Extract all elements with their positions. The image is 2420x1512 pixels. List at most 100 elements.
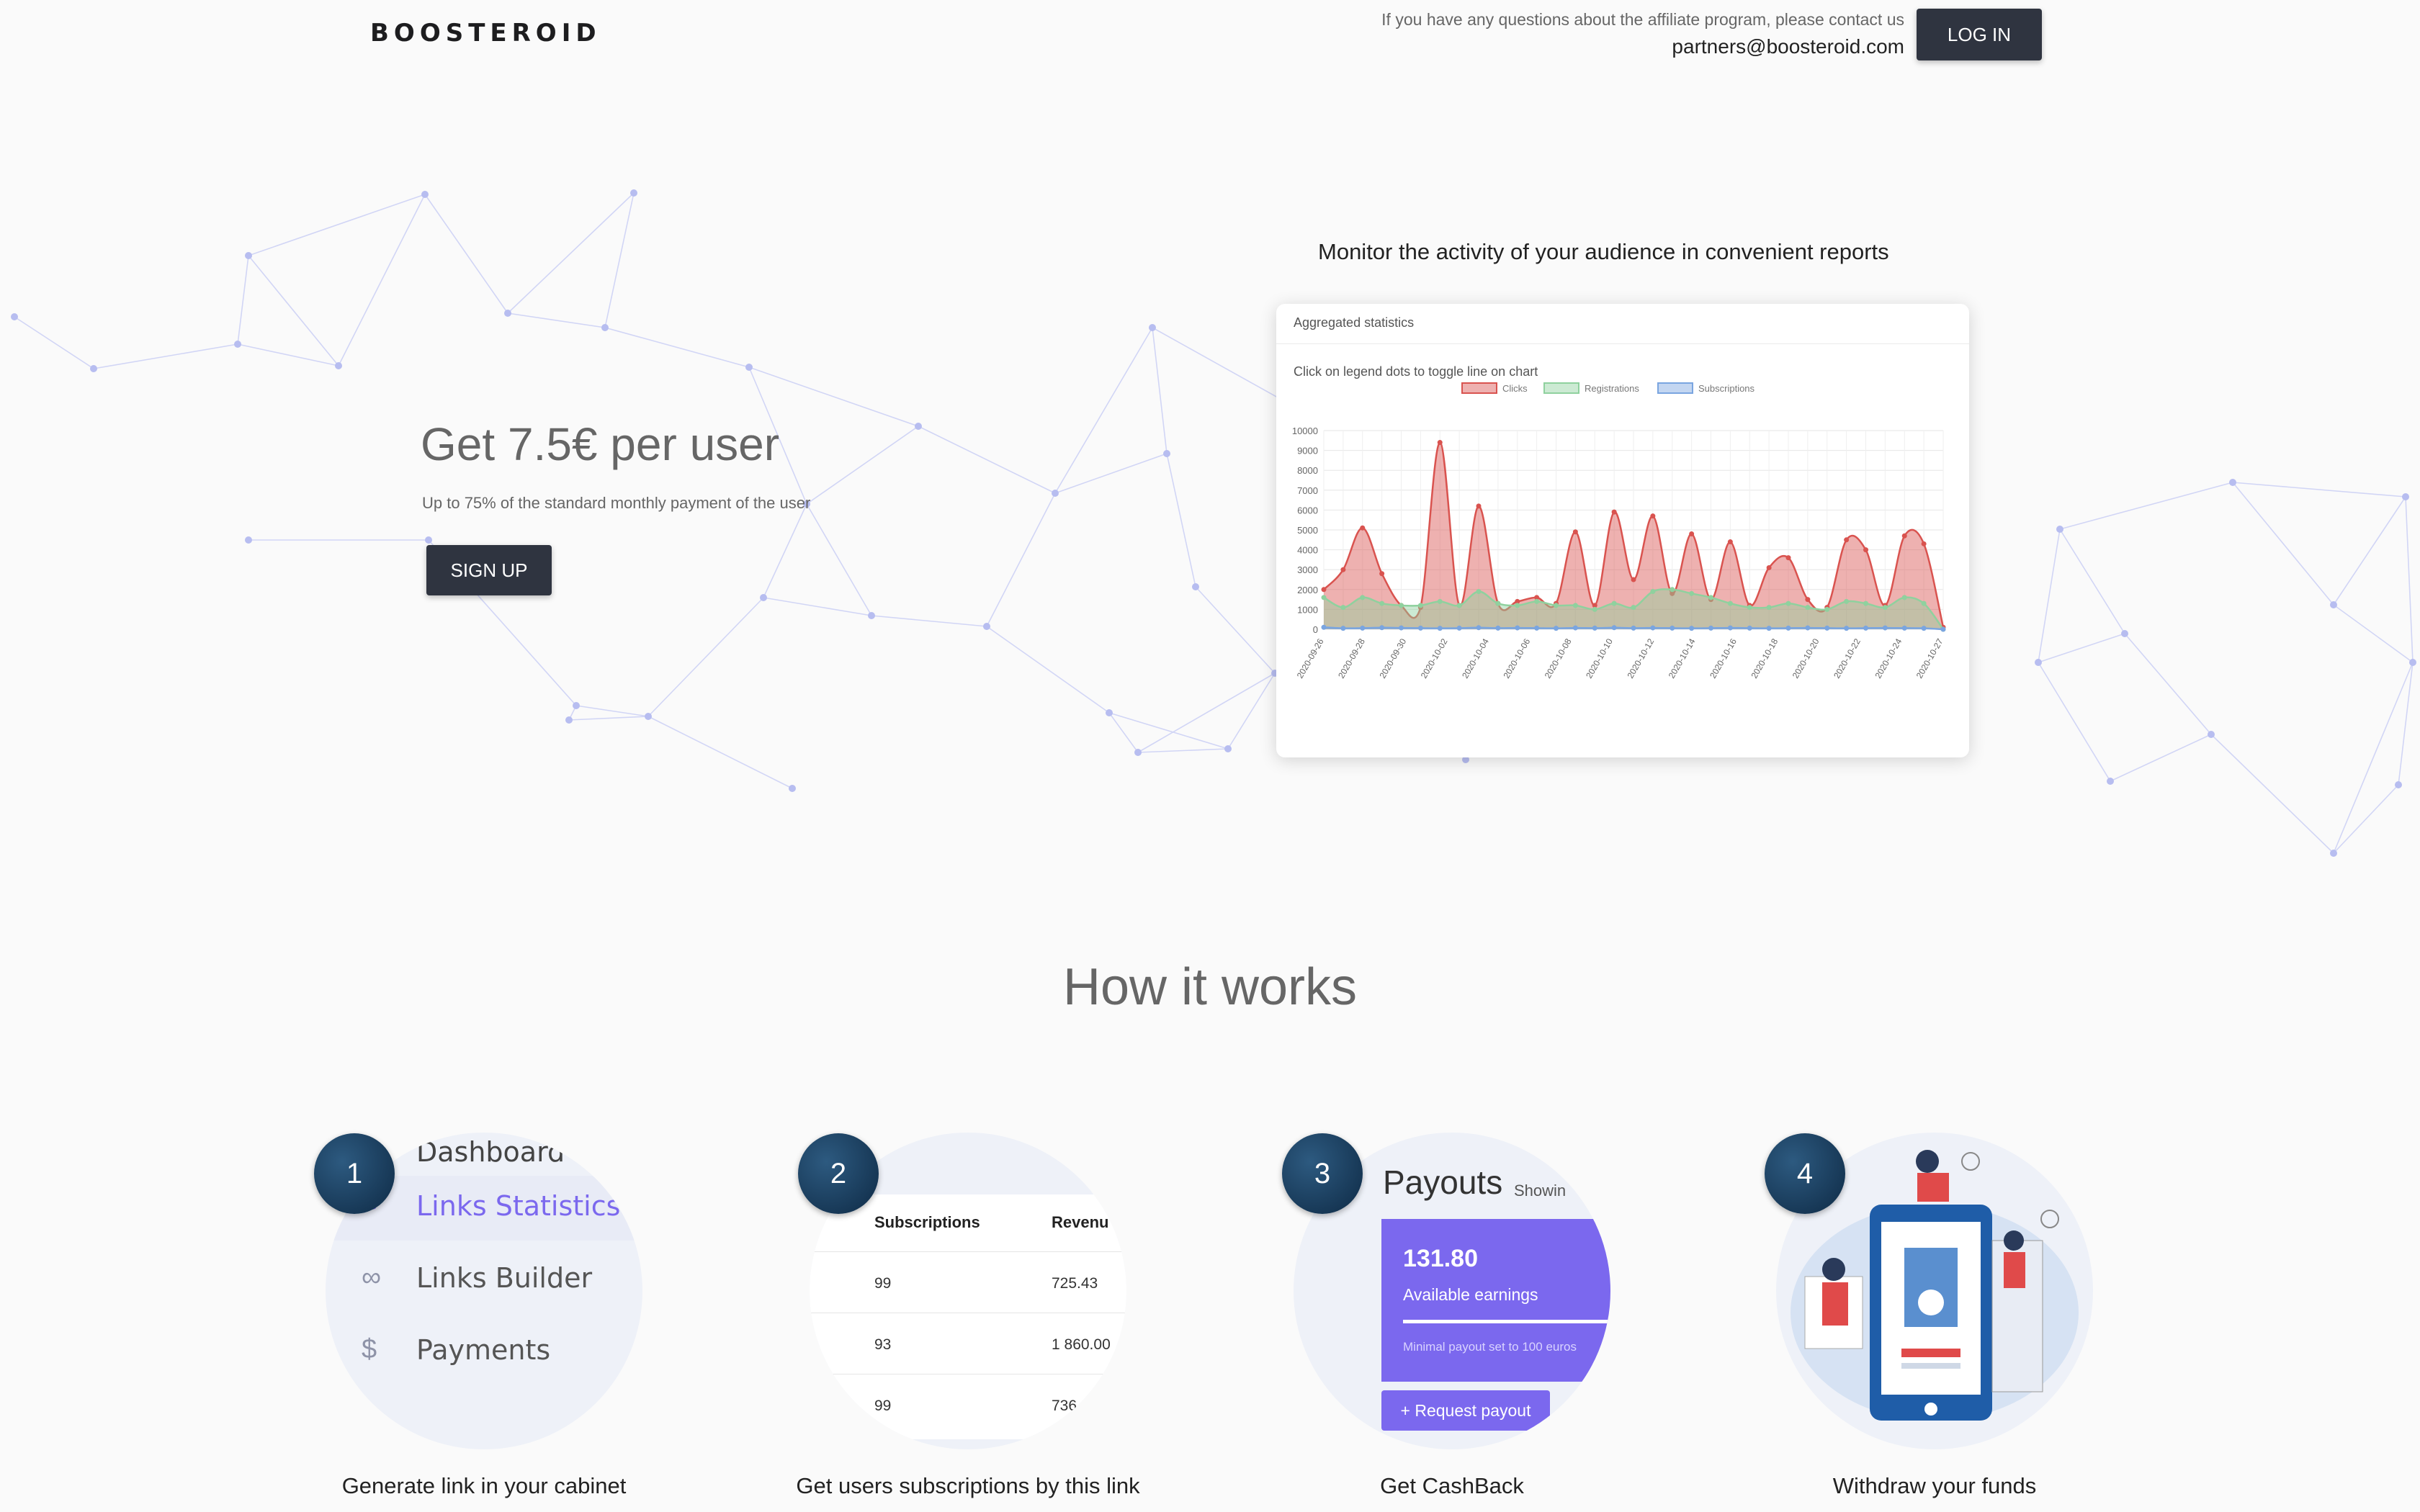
- step-caption-4: Withdraw your funds: [1832, 1473, 2037, 1498]
- data-point-registrations: [1340, 605, 1346, 611]
- data-point-clicks: [1340, 567, 1346, 572]
- table-cell: 736: [1052, 1398, 1077, 1414]
- data-point-subscriptions: [1785, 625, 1791, 631]
- x-tick-label: 2020-10-14: [1667, 636, 1698, 680]
- menu-links-builder: Links Builder: [416, 1262, 593, 1294]
- data-point-registrations: [1689, 590, 1695, 596]
- y-tick-label: 1000: [1297, 604, 1318, 615]
- data-point-registrations: [1921, 600, 1927, 606]
- data-point-subscriptions: [1379, 625, 1385, 631]
- data-point-registrations: [1534, 598, 1540, 604]
- x-tick-label: 2020-10-24: [1873, 636, 1904, 680]
- y-tick-label: 4000: [1297, 545, 1318, 556]
- stats-card: Aggregated statistics Click on legend do…: [1276, 304, 1969, 757]
- step-badge-1: 1: [314, 1133, 395, 1214]
- card-title: Aggregated statistics: [1276, 304, 1969, 344]
- data-point-registrations: [1360, 595, 1366, 600]
- data-point-registrations: [1766, 605, 1772, 611]
- payouts-showing: Showin: [1514, 1182, 1567, 1200]
- data-point-registrations: [1824, 606, 1830, 612]
- earnings-label: Available earnings: [1403, 1285, 1538, 1304]
- y-tick-label: 9000: [1297, 446, 1318, 456]
- x-tick-label: 2020-10-27: [1914, 636, 1945, 680]
- step-caption-2: Get users subscriptions by this link: [796, 1473, 1140, 1498]
- legend-swatch-subscriptions[interactable]: [1657, 382, 1693, 394]
- data-point-registrations: [1554, 603, 1559, 608]
- data-point-registrations: [1456, 603, 1462, 608]
- x-tick-label: 2020-10-22: [1832, 636, 1863, 680]
- legend-label-subscriptions: Subscriptions: [1698, 383, 1755, 394]
- y-tick-label: 6000: [1297, 505, 1318, 516]
- data-point-subscriptions: [1611, 625, 1617, 631]
- legend-label-registrations: Registrations: [1585, 383, 1639, 394]
- table-cell: 725.43: [1052, 1275, 1098, 1292]
- contact-info: If you have any questions about the affi…: [1381, 10, 1904, 58]
- dollar-icon: $: [362, 1334, 377, 1364]
- data-point-registrations: [1708, 595, 1713, 600]
- payouts-title: Payouts: [1383, 1164, 1503, 1201]
- signup-button[interactable]: SIGN UP: [426, 545, 552, 595]
- boosteroid-logo[interactable]: BOOSTEROID: [370, 19, 601, 48]
- y-tick-label: 7000: [1297, 485, 1318, 496]
- data-point-subscriptions: [1670, 625, 1675, 631]
- data-point-clicks: [1805, 597, 1811, 603]
- contact-email[interactable]: partners@boosteroid.com: [1381, 35, 1904, 58]
- data-point-clicks: [1785, 555, 1791, 561]
- data-point-registrations: [1417, 603, 1423, 608]
- legend-label-clicks: Clicks: [1502, 383, 1528, 394]
- data-point-clicks: [1901, 533, 1907, 539]
- y-tick-label: 2000: [1297, 585, 1318, 595]
- data-point-subscriptions: [1534, 625, 1540, 631]
- data-point-registrations: [1515, 603, 1520, 608]
- data-point-subscriptions: [1456, 625, 1462, 631]
- data-point-registrations: [1399, 603, 1404, 608]
- data-point-subscriptions: [1572, 625, 1578, 631]
- data-point-clicks: [1476, 503, 1482, 509]
- table-cell: 1 860.00: [1052, 1336, 1111, 1353]
- menu-links-statistics: Links Statistics: [416, 1190, 621, 1222]
- data-point-clicks: [1321, 587, 1327, 593]
- y-tick-label: 8000: [1297, 465, 1318, 476]
- chart-legend: Clicks Registrations Subscriptions: [1461, 382, 1755, 394]
- y-tick-label: 5000: [1297, 525, 1318, 536]
- data-point-registrations: [1631, 605, 1636, 611]
- data-point-registrations: [1476, 589, 1482, 595]
- table-cell: 99: [874, 1398, 892, 1414]
- menu-dashboard: Dashboard: [416, 1136, 565, 1168]
- data-point-registrations: [1844, 598, 1850, 604]
- network-nodes: [11, 189, 2416, 857]
- data-point-registrations: [1592, 606, 1597, 612]
- data-point-registrations: [1863, 600, 1868, 606]
- data-point-subscriptions: [1399, 625, 1404, 631]
- x-tick-label: 2020-10-20: [1791, 636, 1821, 680]
- data-point-subscriptions: [1727, 625, 1733, 631]
- y-tick-label: 10000: [1292, 426, 1318, 436]
- data-point-subscriptions: [1340, 626, 1346, 631]
- data-point-registrations: [1437, 598, 1443, 604]
- login-button[interactable]: LOG IN: [1917, 9, 2042, 60]
- legend-swatch-clicks[interactable]: [1461, 382, 1497, 394]
- data-point-subscriptions: [1360, 625, 1366, 631]
- data-point-registrations: [1882, 605, 1888, 611]
- data-point-clicks: [1727, 539, 1733, 545]
- x-tick-label: 2020-10-06: [1501, 636, 1532, 680]
- x-tick-label: 2020-10-18: [1749, 636, 1780, 680]
- data-point-subscriptions: [1515, 625, 1520, 631]
- data-point-clicks: [1844, 537, 1850, 543]
- step-caption-1: Generate link in your cabinet: [341, 1473, 627, 1498]
- x-tick-label: 2020-10-04: [1460, 636, 1491, 680]
- data-point-subscriptions: [1824, 625, 1830, 631]
- data-point-clicks: [1611, 509, 1617, 515]
- x-tick-label: 2020-10-02: [1419, 636, 1450, 680]
- data-point-subscriptions: [1650, 625, 1656, 631]
- data-point-clicks: [1437, 440, 1443, 446]
- data-point-subscriptions: [1321, 624, 1327, 630]
- data-point-clicks: [1766, 564, 1772, 570]
- data-point-subscriptions: [1844, 626, 1850, 631]
- data-point-subscriptions: [1554, 626, 1559, 631]
- x-tick-label: 2020-10-10: [1584, 636, 1615, 680]
- y-tick-label: 0: [1313, 624, 1318, 635]
- how-it-works-title: How it works: [1062, 958, 1358, 1016]
- data-point-registrations: [1747, 605, 1752, 611]
- legend-swatch-registrations[interactable]: [1543, 382, 1579, 394]
